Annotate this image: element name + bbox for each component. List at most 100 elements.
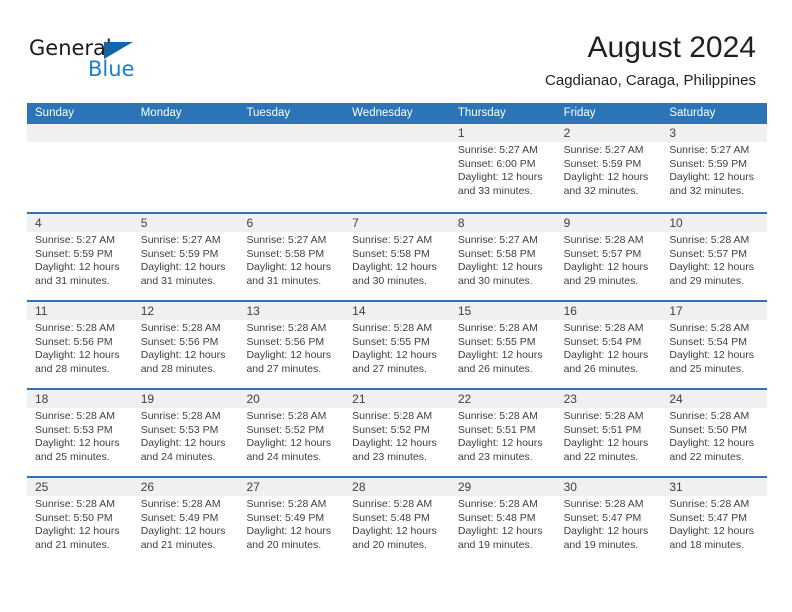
day-number: 6 bbox=[246, 216, 254, 230]
day-detail-line: Sunrise: 5:28 AM bbox=[457, 498, 538, 510]
day-detail-lines: Sunrise: 5:27 AM Sunset: 5:59 PM Daylight:… bbox=[669, 144, 760, 198]
day-detail-lines: Sunrise: 5:27 AM Sunset: 5:58 PM Daylight:… bbox=[246, 234, 337, 288]
day-detail-line: and 25 minutes. bbox=[669, 362, 745, 375]
calendar-day-cell[interactable]: 20 Sunrise: 5:28 AM Sunset: 5:52 PM Dayligh… bbox=[238, 390, 344, 476]
day-number: 19 bbox=[140, 392, 155, 406]
calendar-day-cell[interactable]: 11 Sunrise: 5:28 AM Sunset: 5:56 PM Dayligh… bbox=[27, 302, 133, 388]
day-detail-line: and 28 minutes. bbox=[140, 362, 216, 375]
day-detail-line: Daylight: 12 hours bbox=[669, 437, 754, 449]
day-detail-line: and 30 minutes. bbox=[457, 274, 533, 287]
calendar-day-cell[interactable]: 26 Sunrise: 5:28 AM Sunset: 5:49 PM Dayligh… bbox=[133, 478, 239, 564]
calendar-week-row: 18 Sunrise: 5:28 AM Sunset: 5:53 PM Dayligh… bbox=[27, 388, 767, 476]
day-detail-line: Sunrise: 5:28 AM bbox=[563, 410, 644, 422]
day-detail-line: Sunrise: 5:28 AM bbox=[563, 322, 644, 334]
day-detail-line: Sunrise: 5:28 AM bbox=[352, 498, 433, 510]
calendar-day-cell[interactable]: 16 Sunrise: 5:28 AM Sunset: 5:54 PM Dayligh… bbox=[556, 302, 662, 388]
day-detail-line: Sunset: 5:55 PM bbox=[457, 335, 536, 348]
day-detail-lines: Sunrise: 5:28 AM Sunset: 5:54 PM Daylight:… bbox=[669, 322, 760, 376]
calendar-day-cell[interactable]: 3 Sunrise: 5:27 AM Sunset: 5:59 PM Daylight… bbox=[661, 124, 767, 212]
calendar-day-cell[interactable]: 21 Sunrise: 5:28 AM Sunset: 5:52 PM Dayligh… bbox=[344, 390, 450, 476]
calendar-day-cell[interactable]: 6 Sunrise: 5:27 AM Sunset: 5:58 PM Daylight… bbox=[238, 214, 344, 300]
day-detail-line: Sunset: 5:49 PM bbox=[246, 511, 325, 524]
day-detail-line: Daylight: 12 hours bbox=[457, 261, 543, 273]
calendar-day-cell[interactable]: 18 Sunrise: 5:28 AM Sunset: 5:53 PM Dayligh… bbox=[27, 390, 133, 476]
calendar-day-cell[interactable]: 14 Sunrise: 5:28 AM Sunset: 5:55 PM Dayligh… bbox=[344, 302, 450, 388]
calendar-day-cell[interactable]: 24 Sunrise: 5:28 AM Sunset: 5:50 PM Dayligh… bbox=[661, 390, 767, 476]
day-detail-line: Daylight: 12 hours bbox=[140, 261, 226, 273]
day-detail-line: Sunrise: 5:28 AM bbox=[352, 322, 433, 334]
day-detail-line: and 23 minutes. bbox=[457, 450, 533, 463]
page-title: August 2024 bbox=[587, 31, 756, 64]
day-detail-line: Sunrise: 5:28 AM bbox=[563, 498, 644, 510]
day-detail-line: and 21 minutes. bbox=[35, 538, 110, 551]
day-detail-line: Daylight: 12 hours bbox=[246, 349, 332, 361]
day-detail-line: Daylight: 12 hours bbox=[35, 437, 120, 449]
day-detail-line: Sunset: 5:58 PM bbox=[457, 247, 536, 260]
day-number: 30 bbox=[563, 480, 577, 494]
calendar-day-cell[interactable]: 9 Sunrise: 5:28 AM Sunset: 5:57 PM Daylight… bbox=[556, 214, 662, 300]
day-number: 29 bbox=[457, 480, 472, 494]
day-detail-lines: Sunrise: 5:28 AM Sunset: 5:55 PM Daylight:… bbox=[352, 322, 443, 376]
calendar-day-cell[interactable]: 29 Sunrise: 5:28 AM Sunset: 5:48 PM Dayligh… bbox=[450, 478, 556, 564]
day-detail-line: Sunset: 5:51 PM bbox=[563, 423, 642, 436]
day-detail-line: Daylight: 12 hours bbox=[246, 525, 332, 537]
calendar-day-cell[interactable]: 13 Sunrise: 5:28 AM Sunset: 5:56 PM Dayligh… bbox=[238, 302, 344, 388]
day-number: 27 bbox=[246, 480, 260, 494]
calendar-day-cell[interactable]: 31 Sunrise: 5:28 AM Sunset: 5:47 PM Dayligh… bbox=[661, 478, 767, 564]
day-detail-line: Sunset: 5:52 PM bbox=[246, 423, 325, 436]
calendar-day-cell[interactable]: 4 Sunrise: 5:27 AM Sunset: 5:59 PM Daylight… bbox=[27, 214, 133, 300]
day-detail-lines: Sunrise: 5:28 AM Sunset: 5:52 PM Daylight:… bbox=[352, 410, 443, 464]
day-detail-line: and 30 minutes. bbox=[352, 274, 427, 287]
calendar-day-cell[interactable]: 10 Sunrise: 5:28 AM Sunset: 5:57 PM Dayligh… bbox=[661, 214, 767, 300]
calendar-day-cell[interactable]: 12 Sunrise: 5:28 AM Sunset: 5:56 PM Dayligh… bbox=[133, 302, 239, 388]
day-detail-lines: Sunrise: 5:27 AM Sunset: 5:58 PM Daylight:… bbox=[352, 234, 443, 288]
day-detail-line: and 20 minutes. bbox=[352, 538, 427, 551]
calendar-day-cell[interactable]: 28 Sunrise: 5:28 AM Sunset: 5:48 PM Dayligh… bbox=[344, 478, 450, 564]
day-detail-line: and 29 minutes. bbox=[669, 274, 745, 287]
calendar-day-cell[interactable]: 30 Sunrise: 5:28 AM Sunset: 5:47 PM Dayligh… bbox=[556, 478, 662, 564]
calendar-day-cell[interactable]: 25 Sunrise: 5:28 AM Sunset: 5:50 PM Dayligh… bbox=[27, 478, 133, 564]
day-detail-line: and 19 minutes. bbox=[563, 538, 639, 551]
day-detail-lines: Sunrise: 5:28 AM Sunset: 5:54 PM Daylight:… bbox=[564, 322, 655, 376]
day-detail-line: Sunrise: 5:28 AM bbox=[457, 322, 538, 334]
day-number: 22 bbox=[457, 392, 472, 406]
calendar-day-cell[interactable]: 22 Sunrise: 5:28 AM Sunset: 5:51 PM Dayligh… bbox=[450, 390, 556, 476]
calendar-day-cell[interactable]: 15 Sunrise: 5:28 AM Sunset: 5:55 PM Dayligh… bbox=[450, 302, 556, 388]
calendar-day-cell[interactable]: 23 Sunrise: 5:28 AM Sunset: 5:51 PM Dayligh… bbox=[556, 390, 662, 476]
page-header: General Blue August 2024 Cagdianao, Cara… bbox=[0, 0, 792, 100]
day-detail-line: and 19 minutes. bbox=[457, 538, 533, 551]
day-detail-line: Sunrise: 5:27 AM bbox=[352, 234, 433, 246]
day-detail-line: Daylight: 12 hours bbox=[669, 349, 754, 361]
day-number: 4 bbox=[35, 216, 42, 230]
day-detail-line: Daylight: 12 hours bbox=[669, 525, 754, 537]
day-number: 14 bbox=[352, 304, 366, 318]
calendar-day-cell[interactable]: 5 Sunrise: 5:27 AM Sunset: 5:59 PM Daylight… bbox=[133, 214, 239, 300]
calendar-day-cell[interactable]: 8 Sunrise: 5:27 AM Sunset: 5:58 PM Daylight… bbox=[450, 214, 556, 300]
calendar-day-cell[interactable]: 27 Sunrise: 5:28 AM Sunset: 5:49 PM Dayligh… bbox=[238, 478, 344, 564]
day-detail-line: Sunset: 5:50 PM bbox=[669, 423, 747, 436]
calendar-day-cell[interactable]: 2 Sunrise: 5:27 AM Sunset: 5:59 PM Daylight… bbox=[556, 124, 662, 212]
calendar-day-cell-empty bbox=[238, 124, 344, 212]
day-detail-line: Sunrise: 5:28 AM bbox=[563, 234, 644, 246]
day-detail-line: and 24 minutes. bbox=[140, 450, 216, 463]
day-detail-line: Sunset: 5:50 PM bbox=[35, 511, 113, 524]
calendar-day-cell[interactable]: 1 Sunrise: 5:27 AM Sunset: 6:00 PM Daylight… bbox=[450, 124, 556, 212]
day-detail-line: Daylight: 12 hours bbox=[563, 171, 649, 183]
title-block: August 2024 Cagdianao, Caraga, Philippin… bbox=[545, 30, 756, 92]
day-detail-line: Daylight: 12 hours bbox=[457, 349, 543, 361]
day-detail-lines: Sunrise: 5:28 AM Sunset: 5:56 PM Daylight:… bbox=[246, 322, 337, 376]
calendar-day-cell[interactable]: 7 Sunrise: 5:27 AM Sunset: 5:58 PM Daylight… bbox=[344, 214, 450, 300]
day-detail-line: and 22 minutes. bbox=[669, 450, 745, 463]
day-number: 21 bbox=[352, 392, 366, 406]
day-detail-line: and 23 minutes. bbox=[352, 450, 427, 463]
day-detail-lines: Sunrise: 5:28 AM Sunset: 5:47 PM Daylight:… bbox=[564, 498, 655, 552]
calendar-day-cell[interactable]: 19 Sunrise: 5:28 AM Sunset: 5:53 PM Dayligh… bbox=[133, 390, 239, 476]
calendar-week-row: 4 Sunrise: 5:27 AM Sunset: 5:59 PM Daylight… bbox=[27, 212, 767, 300]
weekday-header-monday: Monday bbox=[140, 107, 182, 119]
day-detail-line: Daylight: 12 hours bbox=[457, 437, 543, 449]
general-blue-logo[interactable]: General Blue bbox=[29, 36, 169, 84]
day-detail-line: Sunrise: 5:28 AM bbox=[669, 234, 750, 246]
calendar-day-cell[interactable]: 17 Sunrise: 5:28 AM Sunset: 5:54 PM Dayligh… bbox=[661, 302, 767, 388]
day-detail-line: Sunrise: 5:28 AM bbox=[246, 498, 327, 510]
day-detail-lines: Sunrise: 5:27 AM Sunset: 5:58 PM Daylight:… bbox=[458, 234, 549, 288]
